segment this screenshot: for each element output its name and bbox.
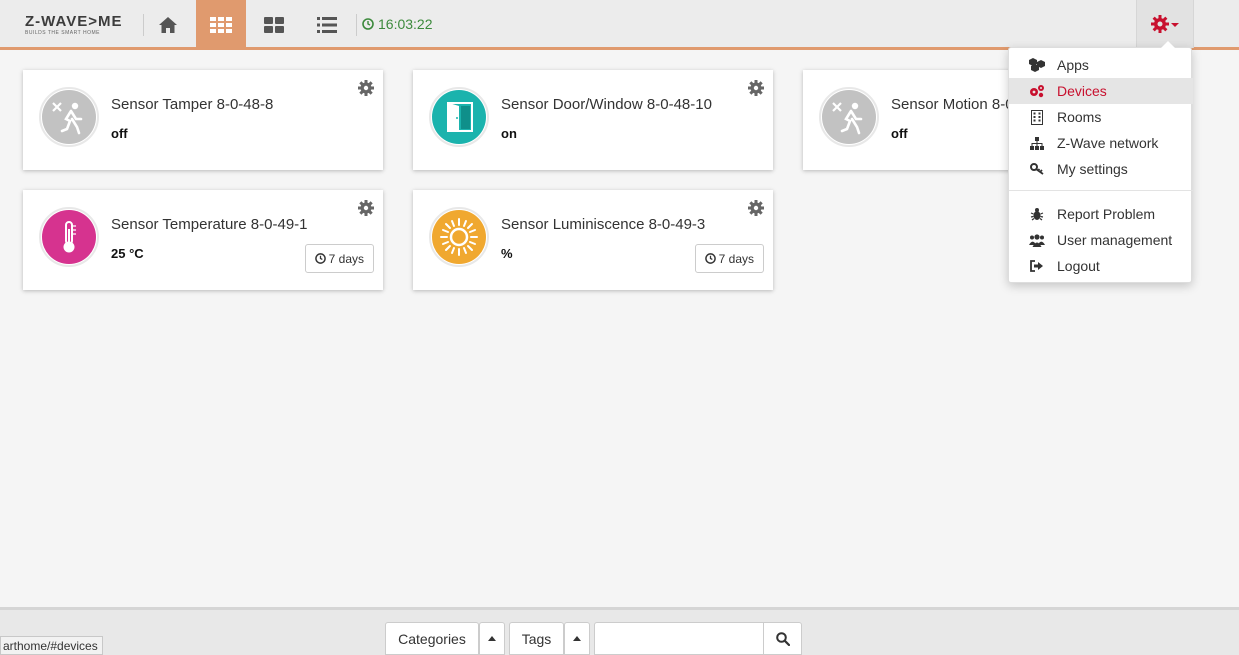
clock: 16:03:22 <box>362 16 433 32</box>
device-title: Sensor Luminiscence 8-0-49-3 <box>501 216 706 233</box>
device-level: 25 °C <box>111 246 144 261</box>
menu-item-label: My settings <box>1057 161 1128 177</box>
tags-toggle-button[interactable] <box>564 622 590 655</box>
device-icon-wrap <box>819 87 879 147</box>
device-title: Sensor Door/Window 8-0-48-10 <box>501 96 712 113</box>
logo-text: Z-WAVE>ME <box>25 13 123 30</box>
device-title: Sensor Tamper 8-0-48-8 <box>111 96 274 113</box>
gear-icon <box>1151 15 1169 33</box>
clock-icon <box>314 253 326 264</box>
door-open-icon <box>432 90 486 144</box>
list-icon <box>317 17 337 33</box>
history-button[interactable]: 7 days <box>694 244 764 273</box>
logout-icon <box>1029 258 1045 274</box>
caret-up-icon <box>488 636 496 641</box>
chevron-down-icon <box>1171 23 1179 27</box>
menu-item-label: Z-Wave network <box>1057 135 1159 151</box>
menu-divider <box>1009 190 1193 191</box>
device-level: % <box>501 246 513 261</box>
caret-up-icon <box>573 636 581 641</box>
tags-label: Tags <box>521 630 552 647</box>
apps-icon <box>1029 57 1045 73</box>
device-icon-wrap <box>39 207 99 267</box>
device-card: Sensor Tamper 8-0-48-8 off <box>23 70 383 170</box>
clock-time: 16:03:22 <box>378 16 433 32</box>
device-level: on <box>501 126 517 141</box>
menu-item-label: Devices <box>1057 83 1107 99</box>
search-button[interactable] <box>763 622 802 655</box>
menu-item-apps[interactable]: Apps <box>1009 52 1193 78</box>
nav-divider <box>356 14 357 36</box>
home-icon <box>159 17 177 33</box>
motion-off-icon <box>42 90 96 144</box>
users-icon <box>1029 232 1045 248</box>
device-card: Sensor Luminiscence 8-0-49-3 % 7 days <box>413 190 773 290</box>
menu-item-zwave-network[interactable]: Z-Wave network <box>1009 130 1193 156</box>
device-icon-wrap <box>429 207 489 267</box>
cog-icon[interactable] <box>357 79 375 97</box>
bug-icon <box>1029 206 1045 222</box>
device-title: Sensor Temperature 8-0-49-1 <box>111 216 308 233</box>
cog-icon[interactable] <box>747 79 765 97</box>
menu-item-label: Apps <box>1057 57 1089 73</box>
menu-item-devices[interactable]: Devices <box>1009 78 1193 104</box>
cog-icon[interactable] <box>357 199 375 217</box>
categories-button[interactable]: Categories <box>385 622 479 655</box>
building-icon <box>1029 109 1045 125</box>
dashboard-icon <box>264 17 284 33</box>
menu-item-my-settings[interactable]: My settings <box>1009 156 1193 182</box>
network-icon <box>1029 135 1045 151</box>
categories-toggle-button[interactable] <box>479 622 505 655</box>
logo-tagline: BUILDS THE SMART HOME <box>25 30 100 36</box>
menu-item-logout[interactable]: Logout <box>1009 253 1193 279</box>
settings-dropdown: Apps Devices Rooms Z-Wave network My set… <box>1008 41 1193 283</box>
menu-item-label: Rooms <box>1057 109 1102 125</box>
devices-icon <box>1029 83 1045 99</box>
menu-item-rooms[interactable]: Rooms <box>1009 104 1193 130</box>
menu-item-report-problem[interactable]: Report Problem <box>1009 201 1193 227</box>
history-label: 7 days <box>328 251 364 266</box>
dashboard-button[interactable] <box>249 0 299 50</box>
motion-off-icon <box>822 90 876 144</box>
clock-icon <box>362 18 374 30</box>
device-level: off <box>111 126 128 141</box>
cog-icon[interactable] <box>747 199 765 217</box>
sun-icon <box>432 210 486 264</box>
menu-item-label: User management <box>1057 232 1173 248</box>
clock-icon <box>704 253 716 264</box>
tags-button[interactable]: Tags <box>509 622 564 655</box>
grid-icon <box>210 17 232 33</box>
home-button[interactable] <box>143 0 193 50</box>
device-icon-wrap <box>429 87 489 147</box>
elements-view-button[interactable] <box>196 0 246 50</box>
key-icon <box>1029 161 1045 177</box>
menu-item-user-management[interactable]: User management <box>1009 227 1193 253</box>
menu-item-label: Report Problem <box>1057 206 1156 222</box>
search-icon <box>775 631 790 646</box>
history-label: 7 days <box>718 251 754 266</box>
device-title: Sensor Motion 8-0 <box>891 96 1014 113</box>
list-view-button[interactable] <box>302 0 352 50</box>
history-button[interactable]: 7 days <box>304 244 374 273</box>
logo[interactable]: Z-WAVE>ME BUILDS THE SMART HOME <box>25 14 135 38</box>
thermometer-icon <box>42 210 96 264</box>
dropdown-arrow <box>1161 41 1175 48</box>
categories-label: Categories <box>398 630 466 647</box>
device-card: Sensor Door/Window 8-0-48-10 on <box>413 70 773 170</box>
search-input[interactable] <box>594 622 764 655</box>
menu-item-label: Logout <box>1057 258 1100 274</box>
top-navbar: Z-WAVE>ME BUILDS THE SMART HOME 16:03:22 <box>0 0 1239 50</box>
url-status-bar: arthome/#devices <box>0 636 103 655</box>
device-level: off <box>891 126 908 141</box>
device-icon-wrap <box>39 87 99 147</box>
device-card: Sensor Temperature 8-0-49-1 25 °C 7 days <box>23 190 383 290</box>
